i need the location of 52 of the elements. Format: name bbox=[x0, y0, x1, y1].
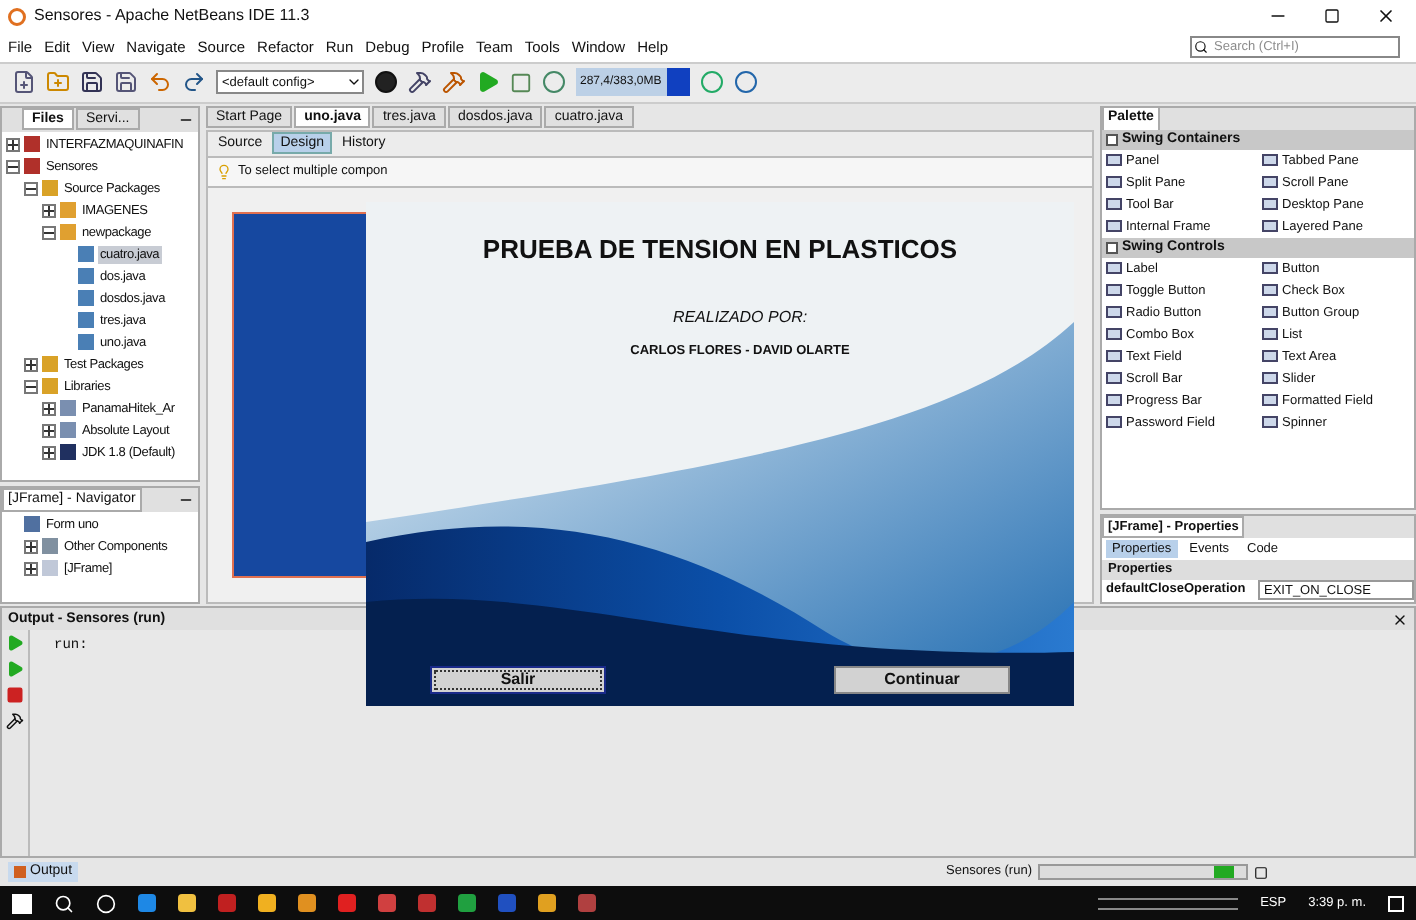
folder-icon bbox=[42, 180, 58, 197]
save-all-icon[interactable] bbox=[114, 70, 138, 95]
redo-icon[interactable] bbox=[182, 70, 206, 95]
collapse-icon bbox=[1106, 241, 1118, 254]
stop-icon[interactable] bbox=[6, 686, 24, 705]
new-file-icon[interactable] bbox=[12, 70, 36, 95]
settings-icon[interactable] bbox=[6, 712, 24, 731]
expand-toggle[interactable] bbox=[24, 561, 38, 576]
run-icon[interactable] bbox=[476, 70, 500, 95]
cancel-icon[interactable] bbox=[1254, 865, 1268, 880]
taskbar-app-icon[interactable] bbox=[258, 894, 276, 913]
collapse-icon bbox=[1106, 133, 1118, 146]
credit-label: REALIZADO POR: bbox=[672, 305, 808, 329]
form-icon bbox=[24, 516, 40, 533]
collapse-toggle[interactable] bbox=[6, 159, 20, 174]
taskbar-app-icon[interactable] bbox=[538, 894, 556, 913]
clean-build-icon[interactable] bbox=[442, 70, 466, 95]
output-icon bbox=[14, 866, 26, 879]
hint-icon bbox=[216, 163, 232, 180]
collapse-toggle[interactable] bbox=[24, 181, 38, 196]
save-icon[interactable] bbox=[80, 70, 104, 95]
collapse-toggle[interactable] bbox=[24, 379, 38, 394]
expand-toggle[interactable] bbox=[24, 539, 38, 554]
close-icon[interactable] bbox=[1392, 611, 1408, 628]
taskbar-app-icon[interactable] bbox=[138, 894, 156, 913]
dialog-button[interactable]: Continuar bbox=[834, 666, 1010, 694]
cortana-icon[interactable] bbox=[96, 893, 116, 914]
jdk-icon bbox=[60, 444, 76, 461]
expand-toggle[interactable] bbox=[42, 423, 56, 438]
undo-icon[interactable] bbox=[148, 70, 172, 95]
close-icon[interactable] bbox=[1376, 6, 1396, 27]
expand-toggle[interactable] bbox=[24, 357, 38, 372]
expand-toggle[interactable] bbox=[42, 445, 56, 460]
expand-toggle[interactable] bbox=[6, 137, 20, 152]
dialog-title: PRUEBA DE TENSION EN PLASTICOS bbox=[482, 232, 958, 268]
taskbar-app-icon[interactable] bbox=[178, 894, 196, 913]
search-icon bbox=[1194, 40, 1208, 55]
other-icon bbox=[42, 538, 58, 555]
app-icon bbox=[8, 7, 26, 26]
taskbar-app-icon[interactable] bbox=[298, 894, 316, 913]
hammer-icon[interactable] bbox=[408, 70, 432, 95]
dialog-button[interactable]: Salir bbox=[430, 666, 606, 694]
collapse-toggle[interactable] bbox=[42, 225, 56, 240]
notification-icon[interactable] bbox=[1388, 895, 1404, 912]
expand-toggle[interactable] bbox=[42, 203, 56, 218]
maximize-icon[interactable] bbox=[1324, 8, 1340, 25]
frame-icon bbox=[42, 560, 58, 577]
search-icon[interactable] bbox=[54, 893, 74, 914]
window-title: Sensores - Apache NetBeans IDE 11.3 bbox=[34, 4, 310, 29]
taskbar-app-icon[interactable] bbox=[458, 894, 476, 913]
start-icon[interactable] bbox=[12, 893, 32, 914]
expand-toggle[interactable] bbox=[42, 401, 56, 416]
